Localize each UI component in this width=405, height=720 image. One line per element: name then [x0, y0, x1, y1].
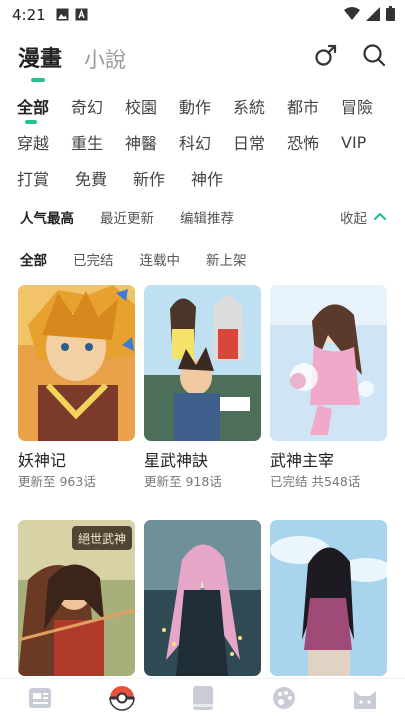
chevron-up-icon	[373, 209, 387, 225]
tab-comics[interactable]: 漫畫	[18, 46, 62, 82]
bottom-nav	[0, 678, 405, 720]
comic-card[interactable]	[270, 520, 387, 686]
nav-bookshelf[interactable]	[183, 680, 223, 720]
nav-discover[interactable]	[264, 680, 304, 720]
genre-item-new[interactable]: 新作	[133, 166, 191, 190]
comic-card[interactable]: 妖神记 更新至 963话	[18, 285, 135, 490]
top-tabs: 漫畫 小說	[18, 40, 126, 82]
genre-item-system[interactable]: 系統	[233, 94, 287, 118]
status-time: 4:21	[12, 6, 46, 24]
genre-item-daily-life[interactable]: 日常	[233, 130, 287, 154]
genre-item-campus[interactable]: 校園	[125, 94, 179, 118]
genre-item-action[interactable]: 動作	[179, 94, 233, 118]
news-icon	[27, 686, 55, 714]
collapse-button[interactable]: 收起	[340, 207, 387, 227]
comic-progress: 已完结 共548话	[270, 474, 361, 489]
genre-filter-grid: 全部 奇幻 校園 動作 系統 都市 冒險 穿越 重生 神醫 科幻 日常 恐怖 V…	[17, 88, 395, 196]
comic-card[interactable]	[144, 520, 261, 686]
status-bar: 4:21	[0, 0, 405, 30]
search-icon[interactable]	[361, 42, 387, 68]
comic-card[interactable]: 武神主宰 已完结 共548话	[270, 285, 387, 490]
sort-options-row: 人气最高 最近更新 编辑推荐 收起	[20, 205, 387, 229]
comic-cover-image	[270, 285, 387, 441]
collapse-label: 收起	[340, 211, 367, 227]
comic-card[interactable]: 絕世武神	[18, 520, 135, 686]
status-filter-new-release[interactable]: 新上架	[206, 249, 247, 269]
nav-comics[interactable]	[102, 680, 142, 720]
genre-row: 全部 奇幻 校園 動作 系統 都市 冒險	[17, 88, 395, 124]
sort-most-popular[interactable]: 人气最高	[20, 207, 74, 227]
genre-row: 穿越 重生 神醫 科幻 日常 恐怖 VIP	[17, 124, 395, 160]
top-actions	[313, 42, 387, 68]
status-filter-row: 全部 已完结 连载中 新上架	[20, 248, 273, 270]
status-filter-completed[interactable]: 已完结	[73, 249, 114, 269]
image-notification-icon	[56, 6, 69, 25]
wifi-icon	[344, 6, 360, 25]
book-icon	[191, 685, 215, 715]
comic-cover-image: 絕世武神	[18, 520, 135, 676]
comic-cover-image	[270, 520, 387, 676]
genre-item-free[interactable]: 免費	[75, 166, 133, 190]
comic-title: 妖神记	[18, 451, 67, 470]
genre-item-rebirth[interactable]: 重生	[71, 130, 125, 154]
comic-title: 武神主宰	[270, 451, 335, 470]
sort-recently-updated[interactable]: 最近更新	[100, 207, 154, 227]
palette-icon	[271, 685, 297, 715]
genre-item-urban[interactable]: 都市	[287, 94, 341, 118]
tab-novels[interactable]: 小說	[84, 46, 126, 74]
font-notification-icon	[75, 6, 88, 25]
genre-item-divine-doctor[interactable]: 神醫	[125, 130, 179, 154]
status-filter-all[interactable]: 全部	[20, 249, 47, 269]
battery-icon	[386, 5, 395, 25]
comic-progress: 更新至 963话	[18, 474, 96, 489]
comic-grid: 妖神记 更新至 963话 星武神訣 更新至 918话 武神主宰 已完结 共548…	[18, 285, 388, 686]
genre-item-all[interactable]: 全部	[17, 94, 71, 124]
sort-editor-picks[interactable]: 编辑推荐	[180, 207, 234, 227]
comic-title: 星武神訣	[144, 451, 209, 470]
genre-item-tipping[interactable]: 打賞	[17, 166, 75, 190]
comic-cover-image	[18, 285, 135, 441]
comic-cover-image	[144, 520, 261, 676]
comic-progress: 更新至 918话	[144, 474, 222, 489]
genre-item-vip[interactable]: VIP	[341, 133, 395, 152]
genre-item-sci-fi[interactable]: 科幻	[179, 130, 233, 154]
genre-item-time-travel[interactable]: 穿越	[17, 130, 71, 154]
cover-logo-text: 絕世武神	[78, 532, 126, 546]
genre-row: 打賞 免費 新作 神作	[17, 160, 395, 196]
comic-cover-image	[144, 285, 261, 441]
genre-item-horror[interactable]: 恐怖	[287, 130, 341, 154]
genre-item-adventure[interactable]: 冒險	[341, 94, 395, 118]
cat-face-icon	[351, 685, 379, 715]
gender-male-icon[interactable]	[313, 42, 339, 68]
pokeball-icon	[108, 684, 136, 716]
signal-icon	[366, 6, 380, 25]
nav-profile[interactable]	[345, 680, 385, 720]
nav-news[interactable]	[21, 680, 61, 720]
genre-item-masterpiece[interactable]: 神作	[191, 166, 249, 190]
status-filter-ongoing[interactable]: 连载中	[140, 249, 181, 269]
genre-item-fantasy[interactable]: 奇幻	[71, 94, 125, 118]
comic-card[interactable]: 星武神訣 更新至 918话	[144, 285, 261, 490]
